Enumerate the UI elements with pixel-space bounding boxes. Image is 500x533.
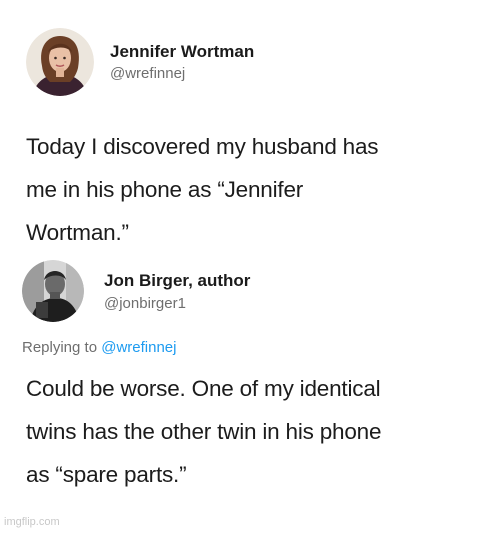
tweet-text-line: Today I discovered my husband has (26, 134, 379, 159)
author-name[interactable]: Jon Birger, author (104, 271, 250, 291)
author-name[interactable]: Jennifer Wortman (110, 42, 254, 62)
tweet-text-line: me in his phone as “Jennifer (26, 177, 304, 202)
replying-to-label: Replying to (22, 339, 98, 356)
tweet-text: Could be worse. One of my identical twin… (26, 367, 488, 496)
avatar[interactable] (26, 28, 94, 96)
tweet-header: Jennifer Wortman @wrefinnej (0, 28, 500, 102)
replying-to-handle-link[interactable]: @wrefinnej (101, 339, 176, 356)
author-handle[interactable]: @wrefinnej (110, 65, 185, 82)
tweet-reply: Jon Birger, author @jonbirger1 Replying … (0, 258, 500, 487)
man-bw-photo-avatar-icon (22, 260, 84, 322)
tweet-text-line: as “spare parts.” (26, 462, 187, 487)
replying-to: Replying to @wrefinnej (22, 339, 176, 356)
avatar[interactable] (22, 260, 84, 322)
tweet-original: Jennifer Wortman @wrefinnej Today I disc… (0, 28, 500, 245)
watermark: imgflip.com (4, 516, 60, 528)
tweet-header: Jon Birger, author @jonbirger1 (0, 258, 500, 332)
author-handle[interactable]: @jonbirger1 (104, 295, 186, 312)
tweet-text-line: Could be worse. One of my identical (26, 376, 381, 401)
tweet-text-line: twins has the other twin in his phone (26, 419, 382, 444)
tweet-text: Today I discovered my husband has me in … (26, 125, 486, 254)
tweet-text-line: Wortman.” (26, 220, 129, 245)
woman-portrait-avatar-icon (26, 28, 94, 96)
